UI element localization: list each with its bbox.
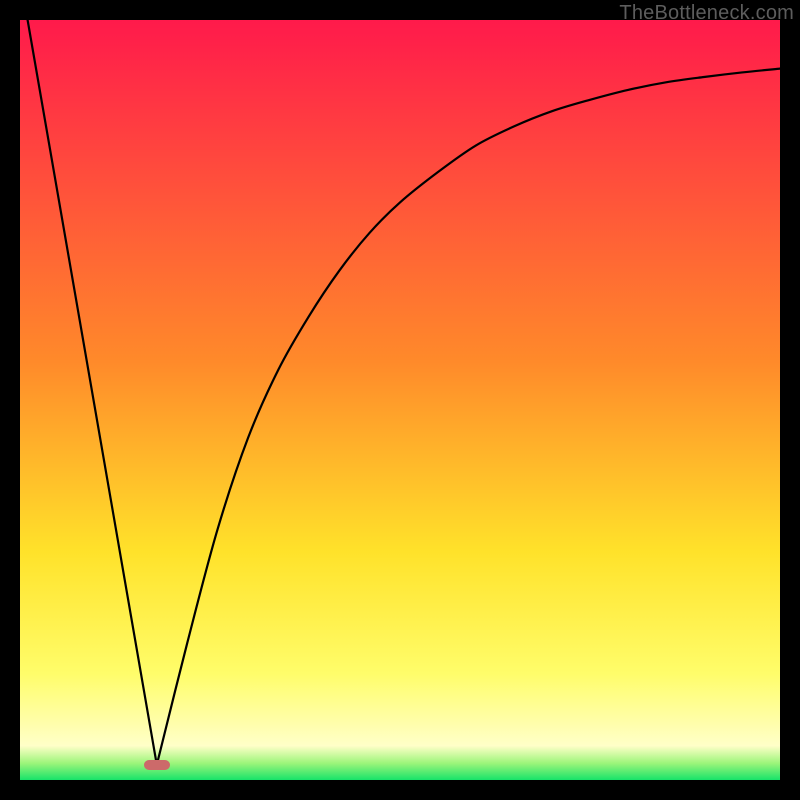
minimum-marker [144,760,170,770]
gradient-background [20,20,780,780]
plot-area [20,20,780,780]
watermark-text: TheBottleneck.com [619,2,794,25]
chart-container: TheBottleneck.com [0,0,800,800]
plot-svg [20,20,780,780]
